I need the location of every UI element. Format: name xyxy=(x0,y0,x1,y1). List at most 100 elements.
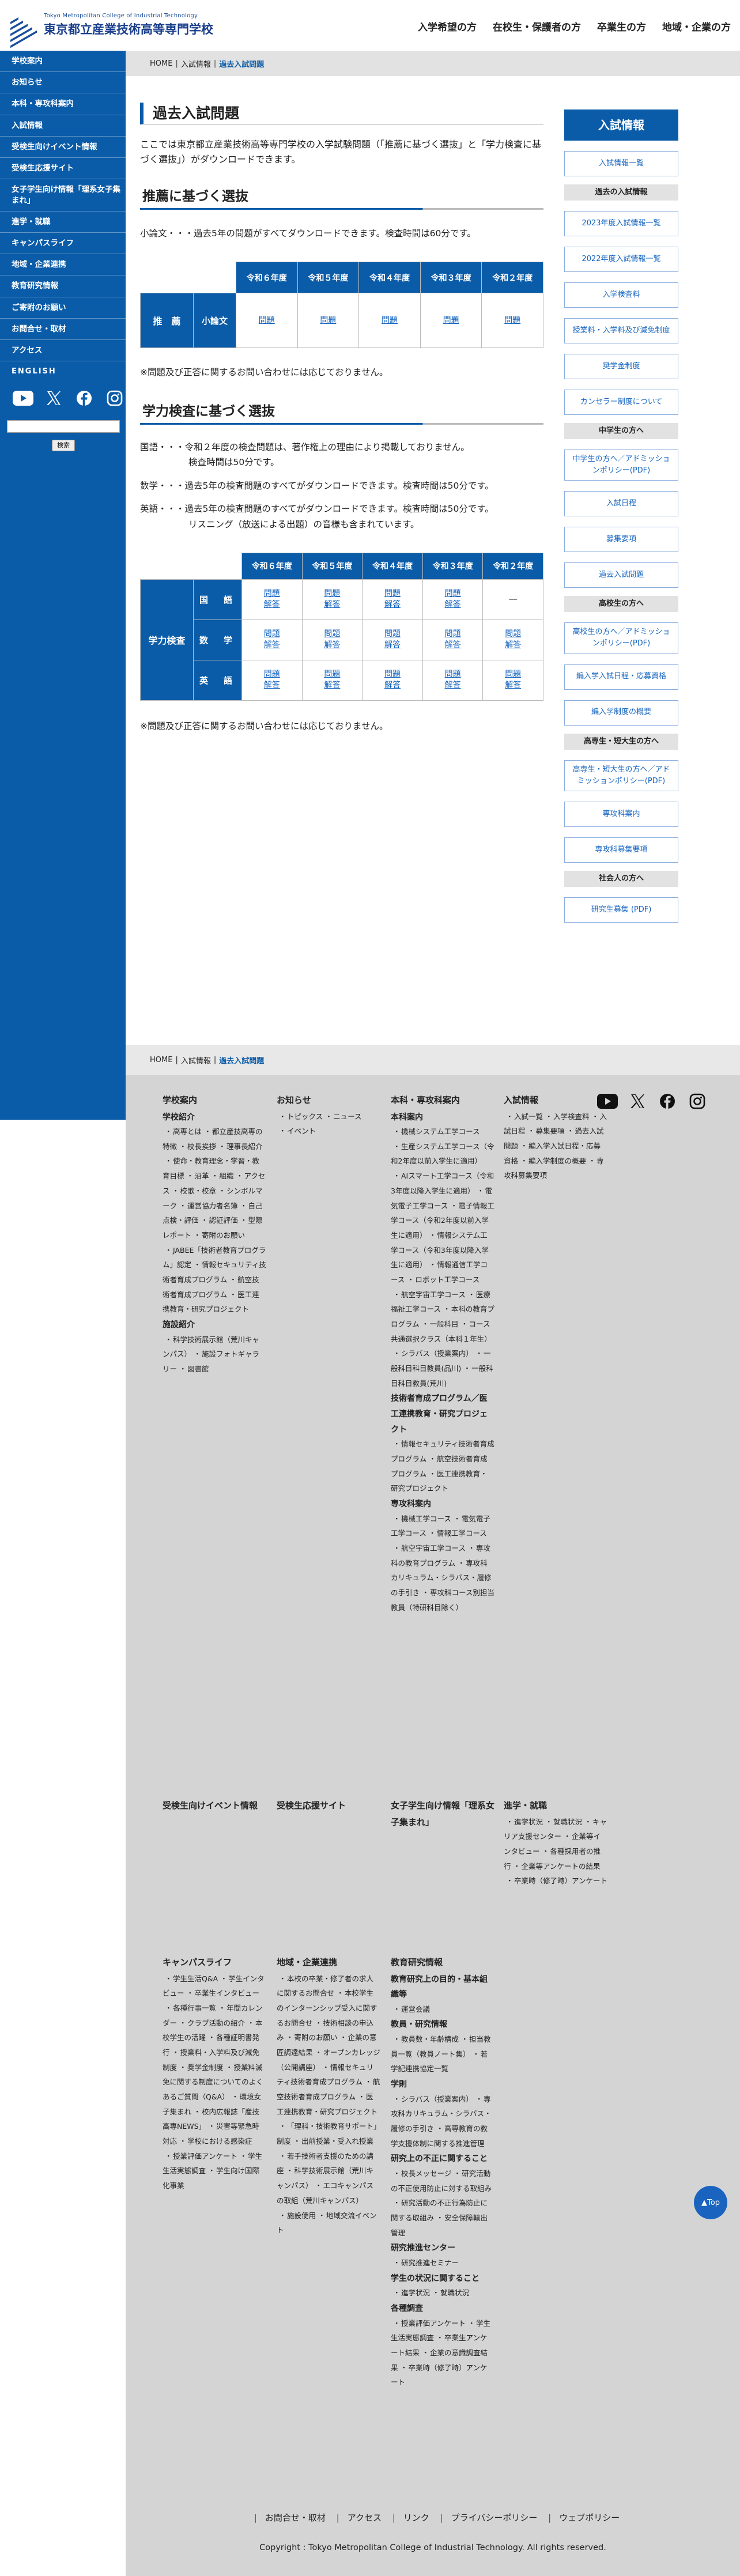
footer-link[interactable]: 校長メッセージ xyxy=(391,2169,451,2178)
right-nav-link[interactable]: 奨学金制度 xyxy=(564,354,678,379)
exam-link[interactable]: 問題 xyxy=(423,669,483,680)
footer-link[interactable]: 企業等アンケートの結果 xyxy=(511,1862,601,1871)
sidebar-item[interactable]: 入試情報 xyxy=(0,115,126,137)
exam-link[interactable]: 問題 xyxy=(363,629,422,640)
footer-link[interactable]: 卒業時（修了時）アンケート xyxy=(391,2363,488,2387)
footer-col-title[interactable]: 入試情報 xyxy=(504,1092,607,1109)
footer-link[interactable]: 出前授業・受入れ授業 xyxy=(291,2137,373,2146)
footer-col-title[interactable]: お知らせ xyxy=(277,1092,369,1109)
exam-link[interactable]: 問題 xyxy=(483,629,543,640)
exam-link[interactable]: 問題 xyxy=(421,315,482,326)
footer-link-access[interactable]: アクセス xyxy=(348,2513,382,2523)
footer-col-title[interactable]: 受検生応援サイト xyxy=(277,1797,380,1814)
footer-link[interactable]: クラブ活動の紹介 xyxy=(177,2019,245,2027)
footer-link[interactable]: 学校における感染症 xyxy=(177,2137,252,2146)
footer-link[interactable]: 入試一覧 xyxy=(504,1112,543,1121)
footer-link[interactable]: 卒業時（修了時）アンケート xyxy=(504,1876,607,1885)
footer-link-webpolicy[interactable]: ウェブポリシー xyxy=(559,2513,620,2523)
exam-link[interactable]: 問題 xyxy=(483,669,543,680)
footer-subheading[interactable]: 本科案内 xyxy=(391,1110,494,1125)
exam-link[interactable]: 問題 xyxy=(242,629,302,640)
gnav-community[interactable]: 地域・企業の方 xyxy=(662,19,731,33)
right-nav-link[interactable]: 専攻科募集要項 xyxy=(564,837,678,863)
breadcrumb-home[interactable]: HOME xyxy=(150,59,172,68)
right-nav-link[interactable]: カンセラー制度について xyxy=(564,390,678,415)
right-nav-link[interactable]: 入試情報一覧 xyxy=(564,151,678,176)
footer-link[interactable]: 奨学金制度 xyxy=(177,2063,224,2072)
right-nav-link[interactable]: 編入学制度の概要 xyxy=(564,700,678,726)
back-to-top-button[interactable]: ▲Top xyxy=(694,2186,727,2219)
footer-link[interactable]: 就職状況 xyxy=(430,2288,469,2297)
footer-col-title[interactable]: 本科・専攻科案内 xyxy=(391,1092,494,1109)
footer-link[interactable]: トピックス xyxy=(277,1112,323,1121)
x-icon[interactable] xyxy=(627,1093,648,1109)
footer-link[interactable]: 機械システム工学コース xyxy=(391,1127,480,1136)
answer-link[interactable]: 解答 xyxy=(303,640,363,651)
right-nav-link[interactable]: 入学検査料 xyxy=(564,282,678,308)
footer-subheading[interactable]: 専攻科案内 xyxy=(391,1497,494,1512)
sidebar-item[interactable]: 本科・専攻科案内 xyxy=(0,93,126,115)
footer-link-contact[interactable]: お問合せ・取材 xyxy=(265,2513,326,2523)
gnav-students[interactable]: 在校生・保護者の方 xyxy=(493,19,581,33)
footer-col-title[interactable]: 教育研究情報 xyxy=(391,1954,494,1971)
x-icon[interactable] xyxy=(42,389,65,407)
gnav-alumni[interactable]: 卒業生の方 xyxy=(597,19,646,33)
footer-link[interactable]: 募集要項 xyxy=(526,1127,565,1135)
facebook-icon[interactable] xyxy=(657,1093,678,1109)
right-nav-link[interactable]: 中学生の方へ／アドミッションポリシー(PDF) xyxy=(564,450,678,481)
facebook-icon[interactable] xyxy=(73,389,95,407)
right-nav-link[interactable]: 高専生・短大生の方へ／アドミッションポリシー(PDF) xyxy=(564,760,678,791)
sidebar-item[interactable]: アクセス xyxy=(0,340,126,362)
breadcrumb-admission[interactable]: 入試情報 xyxy=(181,58,211,69)
footer-link-links[interactable]: リンク xyxy=(403,2513,429,2523)
instagram-icon[interactable] xyxy=(687,1093,708,1109)
footer-link[interactable]: 校歌・校章 xyxy=(170,1187,217,1195)
footer-link[interactable]: 情報工学コース xyxy=(426,1529,487,1538)
footer-subheading[interactable]: 研究上の不正に関すること xyxy=(391,2151,494,2167)
footer-col-title[interactable]: 受検生向けイベント情報 xyxy=(163,1797,266,1814)
sidebar-item[interactable]: お知らせ xyxy=(0,72,126,94)
sidebar-item[interactable]: キャンパスライフ xyxy=(0,233,126,255)
footer-link[interactable]: 各種行事一覧 xyxy=(163,2004,216,2012)
answer-link[interactable]: 解答 xyxy=(483,680,543,691)
answer-link[interactable]: 解答 xyxy=(483,640,543,651)
footer-col-title[interactable]: 女子学生向け情報「理系女子集まれ」 xyxy=(391,1797,494,1830)
breadcrumb-admission[interactable]: 入試情報 xyxy=(181,1055,211,1066)
sidebar-item[interactable]: 学校案内 xyxy=(0,51,126,73)
gnav-applicants[interactable]: 入学希望の方 xyxy=(418,19,477,33)
footer-link[interactable]: イベント xyxy=(277,1127,316,1135)
footer-subheading[interactable]: 研究推進センター xyxy=(391,2241,494,2256)
footer-link[interactable]: 施設使用 xyxy=(277,2211,316,2220)
footer-link[interactable]: シラバス（授業案内） xyxy=(391,2095,473,2103)
footer-link[interactable]: ニュース xyxy=(323,1112,361,1121)
search-button[interactable]: 検索 xyxy=(52,439,75,451)
footer-link[interactable]: 一般科目 xyxy=(420,1320,459,1328)
sidebar-item[interactable]: ご寄附のお願い xyxy=(0,297,126,319)
answer-link[interactable]: 解答 xyxy=(242,640,302,651)
sidebar-item[interactable]: お問合せ・取材 xyxy=(0,319,126,341)
footer-col-title[interactable]: 地域・企業連携 xyxy=(277,1954,380,1971)
answer-link[interactable]: 解答 xyxy=(423,680,483,691)
breadcrumb-home[interactable]: HOME xyxy=(150,1056,172,1064)
footer-link[interactable]: 航空宇宙工学コース xyxy=(391,1290,466,1299)
exam-link[interactable]: 問題 xyxy=(303,629,363,640)
right-nav-link[interactable]: 募集要項 xyxy=(564,527,678,553)
footer-link[interactable]: 授業評価アンケート xyxy=(163,2152,237,2160)
footer-col-title[interactable]: キャンパスライフ xyxy=(163,1954,266,1971)
sidebar-item[interactable]: 女子学生向け情報「理系女子集まれ」 xyxy=(0,179,126,211)
right-nav-link[interactable]: 研究生募集 (PDF) xyxy=(564,897,678,923)
footer-link[interactable]: 寄附のお願い xyxy=(191,1231,245,1240)
footer-link[interactable]: 図書館 xyxy=(177,1365,209,1373)
answer-link[interactable]: 解答 xyxy=(242,599,302,610)
footer-subheading[interactable]: 教育研究上の目的・基本組織等 xyxy=(391,1972,494,2003)
footer-link-privacy[interactable]: プライバシーポリシー xyxy=(451,2513,538,2523)
sidebar-item[interactable]: 進学・就職 xyxy=(0,211,126,233)
right-nav-link[interactable]: 編入学入試日程・応募資格 xyxy=(564,664,678,690)
footer-subheading[interactable]: 学校紹介 xyxy=(163,1110,266,1125)
footer-link[interactable]: 組織 xyxy=(209,1172,234,1180)
footer-link[interactable]: 入学検査料 xyxy=(543,1112,590,1121)
footer-link[interactable]: 教員数・年齢構成 xyxy=(391,2035,459,2044)
sidebar-item[interactable]: 教育研究情報 xyxy=(0,275,126,297)
footer-link[interactable]: 理事長紹介 xyxy=(216,1142,263,1151)
footer-subheading[interactable]: 技術者育成プログラム／医工連携教育・研究プロジェクト xyxy=(391,1391,494,1437)
